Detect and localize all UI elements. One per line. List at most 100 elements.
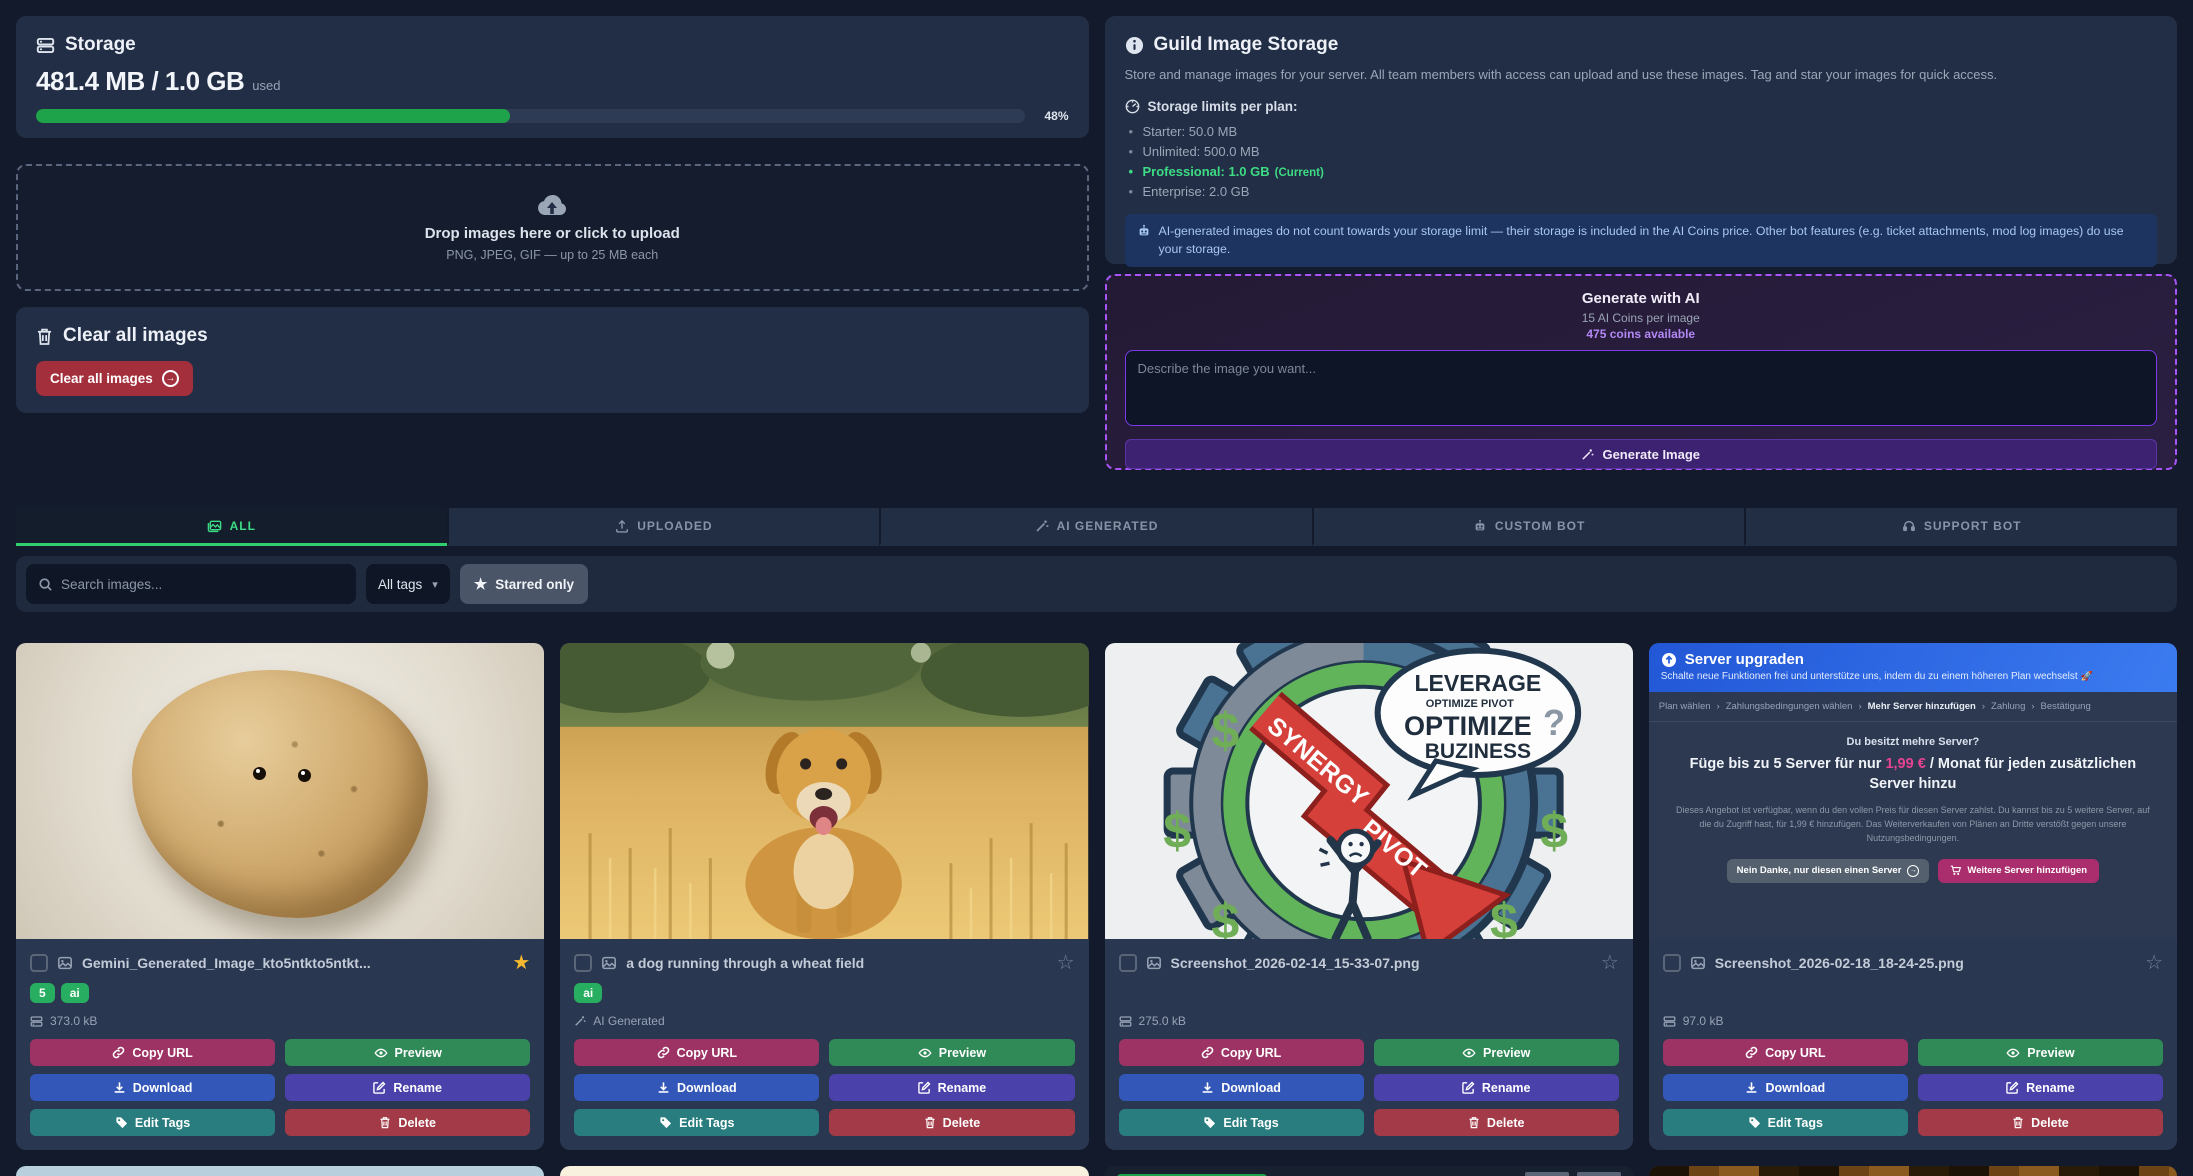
edit-tags-button[interactable]: Edit Tags: [1119, 1109, 1364, 1136]
button-label: Download: [677, 1081, 737, 1095]
preview-button[interactable]: Preview: [1374, 1039, 1619, 1066]
wand-icon: [1035, 519, 1049, 533]
upload-dropzone[interactable]: Drop images here or click to upload PNG,…: [16, 164, 1089, 291]
trash-icon: [379, 1116, 391, 1129]
download-button[interactable]: Download: [1119, 1074, 1364, 1101]
bubble-text: OPTIMIZE: [1403, 711, 1531, 741]
button-label: Preview: [2027, 1046, 2074, 1060]
download-icon: [1201, 1081, 1214, 1094]
edit-tags-button[interactable]: Edit Tags: [30, 1109, 275, 1136]
plan-unlimited: Unlimited: 500.0 MB: [1125, 142, 2158, 162]
copy-url-button[interactable]: Copy URL: [30, 1039, 275, 1066]
card-star[interactable]: ☆: [1601, 953, 1619, 973]
delete-button[interactable]: Delete: [1374, 1109, 1619, 1136]
info-header: Guild Image Storage: [1125, 34, 2158, 56]
tag-badge[interactable]: ai: [574, 983, 602, 1003]
select-checkbox[interactable]: [574, 954, 592, 972]
image-thumbnail[interactable]: [1649, 1166, 2177, 1176]
delete-button[interactable]: Delete: [1918, 1109, 2163, 1136]
image-thumbnail[interactable]: [16, 1166, 544, 1176]
preview-button[interactable]: Preview: [1918, 1039, 2163, 1066]
generate-image-button[interactable]: Generate Image: [1125, 439, 2158, 469]
preview-button[interactable]: Preview: [285, 1039, 530, 1066]
limits-header: Storage limits per plan:: [1125, 99, 2158, 114]
select-checkbox[interactable]: [1663, 954, 1681, 972]
tag-badge[interactable]: 5: [30, 983, 55, 1003]
image-filename: Gemini_Generated_Image_kto5ntkto5ntkt...: [82, 955, 503, 971]
rename-button[interactable]: Rename: [1918, 1074, 2163, 1101]
card-actions: Copy URL Preview Download Rename Edit Ta…: [1663, 1039, 2163, 1136]
ai-generated-row: AI Generated: [574, 1013, 1074, 1029]
dollar-sign: $: [1540, 803, 1568, 859]
tag-badge[interactable]: ai: [61, 983, 89, 1003]
card-star[interactable]: ★: [512, 953, 530, 973]
edit-icon: [373, 1081, 386, 1094]
file-size-row: 97.0 kB: [1663, 1013, 2163, 1029]
tab-ai-generated[interactable]: AI GENERATED: [879, 508, 1312, 546]
cart-icon: [1950, 865, 1961, 876]
delete-button[interactable]: Delete: [285, 1109, 530, 1136]
image-thumbnail[interactable]: [560, 1166, 1088, 1176]
tags-row: [1119, 981, 1619, 1005]
bubble-text: LEVERAGE: [1414, 670, 1541, 696]
rename-button[interactable]: Rename: [829, 1074, 1074, 1101]
edit-icon: [1462, 1081, 1475, 1094]
shot-banner-subtitle: Schalte neue Funktionen frei und unterst…: [1661, 671, 2165, 682]
edit-tags-button[interactable]: Edit Tags: [574, 1109, 819, 1136]
image-file-icon: [57, 955, 73, 971]
tab-uploaded[interactable]: UPLOADED: [447, 508, 880, 546]
tags-row: [1663, 981, 2163, 1005]
eye-icon: [2006, 1046, 2020, 1060]
starred-only-button[interactable]: ★ Starred only: [460, 564, 588, 604]
button-label: Copy URL: [132, 1046, 192, 1060]
breadcrumb-item: Bestätigung: [2041, 701, 2091, 712]
potato-eye: [298, 769, 311, 782]
download-button[interactable]: Download: [1663, 1074, 1908, 1101]
select-checkbox[interactable]: [30, 954, 48, 972]
info-circle-icon: [1125, 36, 1144, 55]
link-icon: [657, 1046, 670, 1059]
copy-url-button[interactable]: Copy URL: [1119, 1039, 1364, 1066]
arrow-right-circle-icon: →: [162, 370, 179, 387]
wand-icon: [1581, 448, 1594, 461]
download-button[interactable]: Download: [30, 1074, 275, 1101]
rename-button[interactable]: Rename: [285, 1074, 530, 1101]
button-label: Rename: [1482, 1081, 1531, 1095]
tab-support-bot[interactable]: SUPPORT BOT: [1744, 508, 2177, 546]
file-size: 97.0 kB: [1683, 1014, 1724, 1028]
robot-icon: [1137, 224, 1151, 238]
library-tabs: ALL UPLOADED AI GENERATED CUSTOM BOT SUP…: [16, 508, 2177, 546]
dollar-sign: $: [1211, 703, 1239, 759]
download-button[interactable]: Download: [574, 1074, 819, 1101]
tag-icon: [659, 1116, 672, 1129]
link-icon: [112, 1046, 125, 1059]
copy-url-button[interactable]: Copy URL: [574, 1039, 819, 1066]
card-star[interactable]: ☆: [2145, 953, 2163, 973]
select-checkbox[interactable]: [1119, 954, 1137, 972]
rename-button[interactable]: Rename: [1374, 1074, 1619, 1101]
ai-generated-label: AI Generated: [593, 1014, 664, 1028]
ai-note-text: AI-generated images do not count towards…: [1159, 222, 2146, 259]
image-card-4: Server upgraden Schalte neue Funktionen …: [1649, 643, 2177, 1150]
tags-filter-select[interactable]: All tags ▾: [366, 564, 450, 604]
image-thumbnail-potato[interactable]: [16, 643, 544, 939]
plan-enterprise: Enterprise: 2.0 GB: [1125, 182, 2158, 202]
image-file-icon: [1690, 955, 1706, 971]
tab-all[interactable]: ALL: [16, 508, 447, 546]
prompt-textarea[interactable]: [1125, 350, 2158, 426]
card-body: a dog running through a wheat field ☆ ai…: [560, 939, 1088, 1150]
image-thumbnail-meme[interactable]: $ $ $ $ $ $ SYNERGY PIVOT: [1105, 643, 1633, 939]
card-star[interactable]: ☆: [1057, 953, 1075, 973]
tab-label: CUSTOM BOT: [1495, 519, 1585, 533]
copy-url-button[interactable]: Copy URL: [1663, 1039, 1908, 1066]
edit-tags-button[interactable]: Edit Tags: [1663, 1109, 1908, 1136]
image-thumbnail-dog[interactable]: [560, 643, 1088, 939]
delete-button[interactable]: Delete: [829, 1109, 1074, 1136]
clear-all-images-button[interactable]: Clear all images →: [36, 361, 193, 396]
image-thumbnail[interactable]: [1105, 1166, 1633, 1176]
preview-button[interactable]: Preview: [829, 1039, 1074, 1066]
image-thumbnail-screenshot[interactable]: Server upgraden Schalte neue Funktionen …: [1649, 643, 2177, 939]
search-input[interactable]: [61, 577, 344, 592]
robot-icon: [1473, 519, 1487, 533]
tab-custom-bot[interactable]: CUSTOM BOT: [1312, 508, 1745, 546]
